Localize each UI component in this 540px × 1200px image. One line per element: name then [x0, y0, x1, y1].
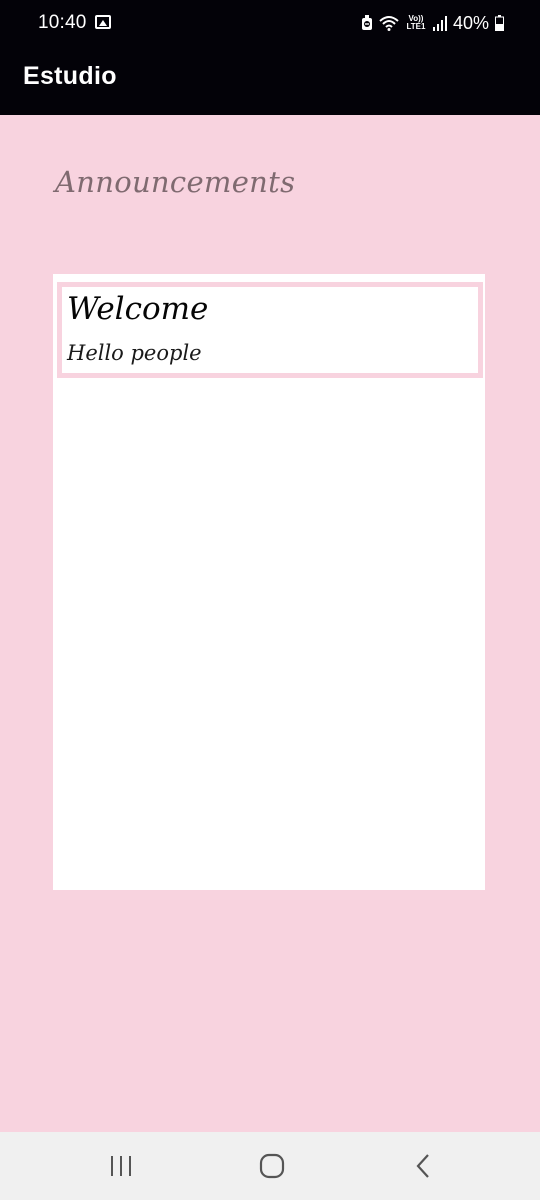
app-bar: Estudio: [0, 46, 540, 115]
status-time: 10:40: [38, 12, 87, 33]
do-not-disturb-icon: [361, 15, 372, 30]
home-icon[interactable]: [259, 1153, 285, 1179]
battery-percent: 40%: [452, 12, 489, 33]
announcements-list[interactable]: Welcome Hello people: [53, 274, 485, 890]
gallery-icon: [95, 15, 111, 29]
app-title: Estudio: [23, 62, 117, 90]
section-title: Announcements: [55, 165, 296, 199]
announcement-body: Hello people: [67, 341, 202, 365]
announcement-card[interactable]: Welcome Hello people: [57, 282, 483, 378]
navigation-bar: [0, 1132, 540, 1200]
lte-label: LTE1: [406, 22, 426, 31]
announcement-title: Welcome: [67, 291, 209, 327]
back-icon[interactable]: [414, 1153, 432, 1179]
wifi-icon: [379, 16, 399, 31]
signal-icon: [432, 16, 447, 31]
status-icons: Vo)) LTE1 40%: [361, 12, 504, 34]
volte-lte-indicator: Vo)) LTE1: [405, 15, 427, 31]
battery-icon: [495, 15, 504, 31]
recents-icon[interactable]: [108, 1154, 134, 1178]
status-bar: 10:40 Vo)) LTE1 40%: [0, 0, 540, 46]
